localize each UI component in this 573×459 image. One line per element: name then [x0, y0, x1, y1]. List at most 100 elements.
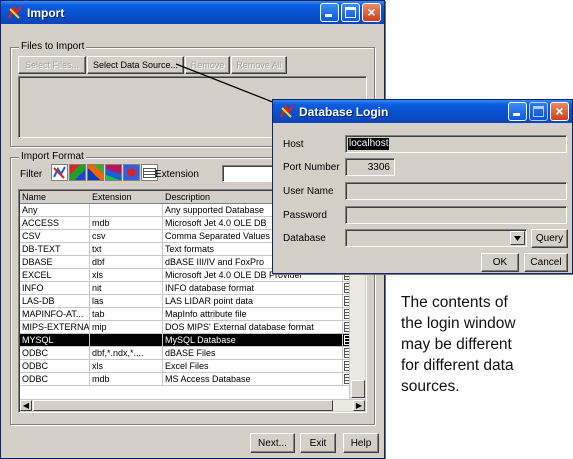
filter-shape-icon[interactable]	[123, 164, 140, 181]
format-description-cell: MySQL Database	[163, 334, 343, 346]
filter-tin-icon[interactable]	[105, 164, 122, 181]
files-to-import-label: Files to Import	[19, 41, 87, 52]
note-line: may be different	[401, 336, 512, 353]
host-value: localhost	[348, 138, 390, 150]
table-row[interactable]: ODBC dbf,*.ndx,*.... dBASE Files	[20, 347, 365, 360]
table-hscrollbar[interactable]: ◀ ▶	[20, 399, 365, 411]
login-titlebar[interactable]: Database Login ×	[273, 100, 572, 123]
format-name-cell: MIPS-EXTERNAL	[22, 321, 90, 333]
port-number-label: Port Number	[283, 162, 340, 173]
minimize-icon	[325, 14, 332, 17]
vscroll-thumb[interactable]	[351, 380, 365, 398]
password-input[interactable]	[345, 206, 567, 224]
format-name-cell: ODBC	[20, 347, 90, 359]
select-data-source-button[interactable]: Select Data Source...	[87, 56, 184, 74]
format-extension-cell: dbf	[90, 256, 163, 268]
import-titlebar[interactable]: Import ×	[1, 1, 384, 24]
table-row[interactable]: LAS-DB las LAS LIDAR point data	[20, 295, 365, 308]
format-extension-cell: mdb	[90, 217, 163, 229]
password-label: Password	[283, 210, 327, 221]
table-row[interactable]: ODBC mdb MS Access Database	[20, 373, 365, 386]
format-name-cell: INFO	[20, 282, 90, 294]
format-extension-cell: tab	[90, 308, 163, 320]
host-label: Host	[283, 139, 304, 150]
explanatory-note: The contents of the login window may be …	[401, 292, 569, 397]
next-button[interactable]: Next...	[250, 433, 295, 453]
format-extension-cell: nit	[90, 282, 163, 294]
format-extension-cell: las	[90, 295, 163, 307]
format-name-cell: LAS-DB	[20, 295, 90, 307]
format-description-cell: LAS LIDAR point data	[163, 295, 343, 307]
scroll-left-arrow-icon[interactable]: ◀	[20, 400, 32, 411]
note-line: The contents of	[401, 294, 508, 311]
database-label: Database	[283, 233, 326, 244]
import-format-label: Import Format	[19, 151, 86, 162]
select-files-button[interactable]: Select Files...	[18, 56, 86, 74]
format-name-cell: DB-TEXT	[20, 243, 90, 255]
dropdown-button[interactable]	[510, 231, 525, 245]
format-name-cell: Any	[20, 204, 90, 216]
header-extension[interactable]: Extension	[90, 191, 163, 203]
format-extension-cell: xls	[90, 269, 163, 281]
maximize-icon	[345, 7, 356, 18]
minimize-icon	[513, 113, 520, 116]
ok-button[interactable]: OK	[481, 253, 519, 272]
format-extension-cell: txt	[90, 243, 163, 255]
query-button[interactable]: Query	[531, 229, 568, 248]
remove-button[interactable]: Remove	[185, 56, 230, 74]
format-description-cell: DOS MIPS' External database format	[163, 321, 343, 333]
table-row[interactable]: MYSQL MySQL Database	[20, 334, 365, 347]
database-login-window: Database Login × Host localhost Port Num…	[272, 99, 573, 274]
remove-all-button[interactable]: Remove All	[231, 56, 287, 74]
user-name-label: User Name	[283, 186, 334, 197]
port-number-value: 3306	[367, 162, 390, 173]
maximize-icon	[533, 106, 544, 117]
minimize-button[interactable]	[320, 3, 339, 22]
header-name[interactable]: Name	[20, 191, 90, 203]
format-description-cell: Excel Files	[163, 360, 343, 372]
table-row[interactable]: MAPINFO-AT... tab MapInfo attribute file	[20, 308, 365, 321]
filter-vector-icon[interactable]	[51, 164, 68, 181]
maximize-button[interactable]	[529, 102, 548, 121]
format-name-cell: MYSQL	[20, 334, 90, 346]
scroll-right-arrow-icon[interactable]: ▶	[353, 400, 365, 411]
format-description-cell: MapInfo attribute file	[163, 308, 343, 320]
tntmips-app-icon	[7, 4, 23, 21]
extension-label: Extension	[155, 169, 199, 180]
table-row[interactable]: MIPS-EXTERNAL mip DOS MIPS' External datab…	[20, 321, 365, 334]
format-name-cell: MAPINFO-AT...	[20, 308, 90, 320]
tntmips-app-icon	[279, 103, 295, 120]
close-icon: ×	[367, 4, 376, 20]
close-button[interactable]: ×	[550, 102, 569, 121]
note-line: for different data	[401, 357, 514, 374]
format-description-cell: MS Access Database	[163, 373, 343, 385]
format-extension-cell: dbf,*.ndx,*....	[90, 347, 163, 359]
format-description-cell: dBASE Files	[163, 347, 343, 359]
help-button[interactable]: Help	[343, 433, 379, 453]
maximize-button[interactable]	[341, 3, 360, 22]
host-input[interactable]: localhost	[345, 135, 567, 153]
filter-raster-icon[interactable]	[69, 164, 86, 181]
format-name-cell: DBASE	[20, 256, 90, 268]
chevron-down-icon	[514, 236, 521, 241]
table-row[interactable]: ODBC xls Excel Files	[20, 360, 365, 373]
format-extension-cell: mdb	[90, 373, 163, 385]
format-name-cell: ODBC	[20, 360, 90, 372]
filter-label: Filter	[20, 169, 43, 180]
port-number-input[interactable]: 3306	[345, 158, 395, 176]
format-description-cell: INFO database format	[163, 282, 343, 294]
exit-button[interactable]: Exit	[300, 433, 336, 453]
user-name-input[interactable]	[345, 182, 567, 200]
database-select[interactable]	[345, 229, 527, 247]
import-title: Import	[27, 5, 65, 20]
format-name-cell: EXCEL	[20, 269, 90, 281]
filter-cad-icon[interactable]	[87, 164, 104, 181]
hscroll-thumb[interactable]	[33, 400, 333, 411]
minimize-button[interactable]	[508, 102, 527, 121]
format-name-cell: CSV	[20, 230, 90, 242]
format-extension-cell: xls	[90, 360, 163, 372]
note-line: sources.	[401, 378, 460, 395]
cancel-button[interactable]: Cancel	[524, 253, 568, 272]
close-button[interactable]: ×	[362, 3, 381, 22]
table-row[interactable]: INFO nit INFO database format	[20, 282, 365, 295]
